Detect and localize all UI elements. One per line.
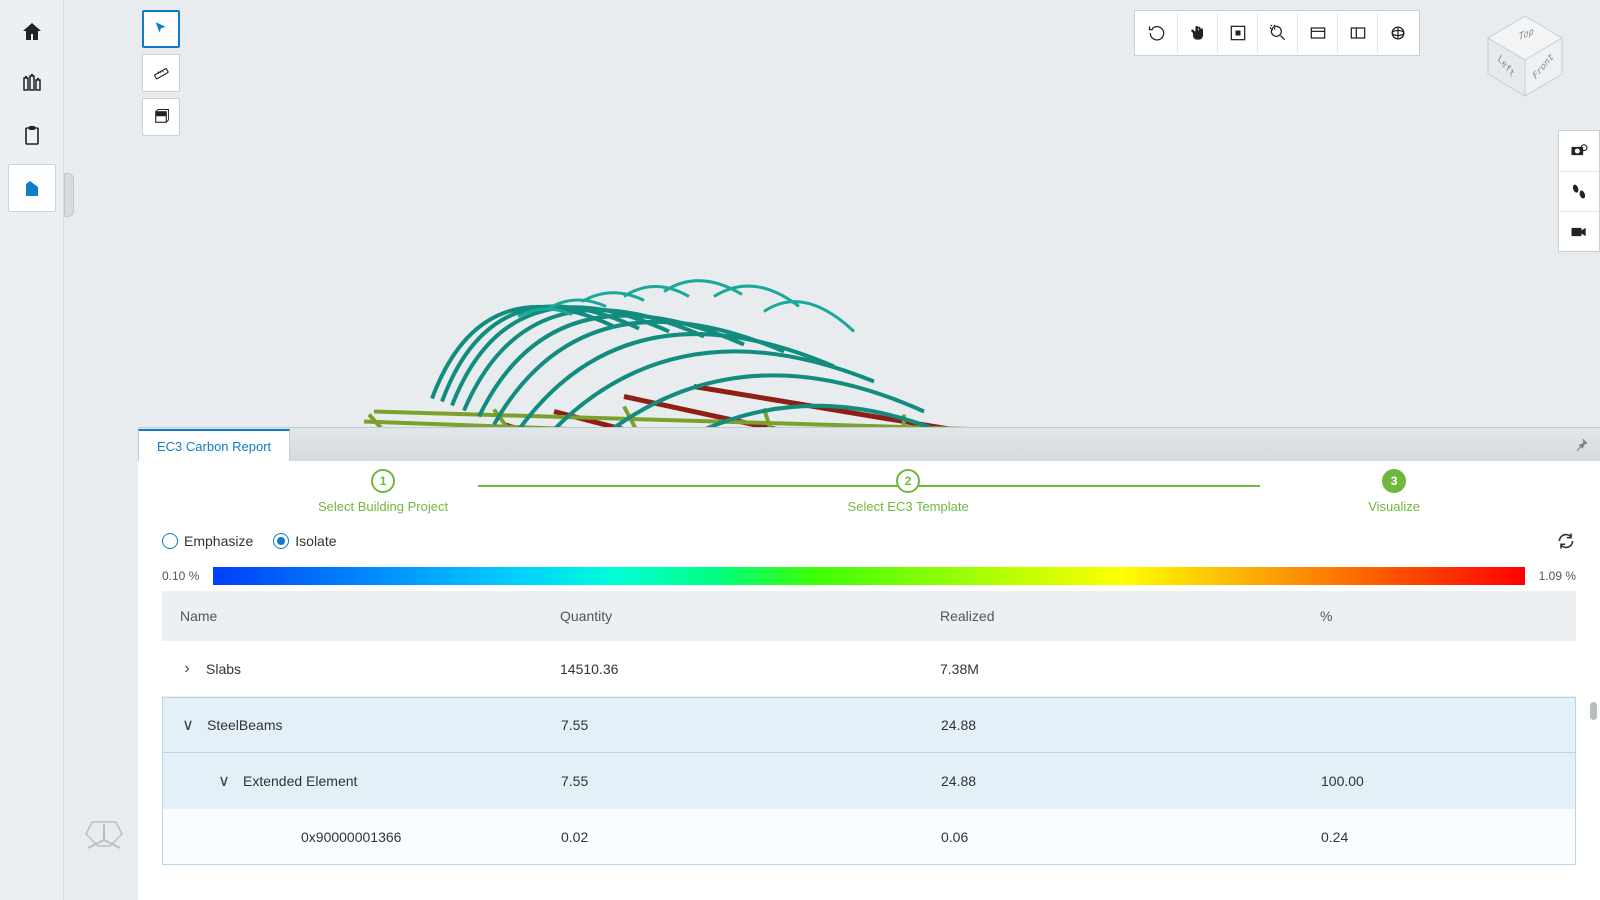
chevron-down-icon[interactable]: ∨ — [217, 774, 231, 788]
tool-orbit[interactable] — [1137, 13, 1177, 53]
chevron-down-icon[interactable]: ∨ — [181, 718, 195, 732]
tool-zoom-area[interactable] — [1257, 13, 1297, 53]
step-3[interactable]: 3 Visualize — [1368, 469, 1420, 514]
wcs-triad-icon — [84, 820, 124, 860]
table-header: Name Quantity Realized % — [162, 591, 1576, 641]
tool-section[interactable] — [142, 98, 180, 136]
viewport-3d[interactable]: Top Left Front EC3 Carbon Report 1 Sel — [64, 0, 1600, 900]
col-quantity: Quantity — [560, 608, 940, 624]
col-pct: % — [1320, 608, 1558, 624]
display-mode-row: Emphasize Isolate — [138, 521, 1600, 561]
left-nav-rail — [0, 0, 64, 900]
tool-walk[interactable] — [1559, 171, 1599, 211]
tab-ec3-report[interactable]: EC3 Carbon Report — [138, 429, 290, 461]
radio-emphasize[interactable]: Emphasize — [162, 533, 253, 549]
bottom-panel: EC3 Carbon Report 1 Select Building Proj… — [138, 427, 1600, 900]
nav-building[interactable] — [8, 164, 56, 212]
mini-toolbar — [142, 10, 180, 136]
tool-select[interactable] — [142, 10, 180, 48]
tool-zoom-limits[interactable] — [1377, 13, 1417, 53]
color-gradient-bar — [213, 567, 1524, 585]
pin-icon[interactable] — [1572, 436, 1590, 454]
tool-view-front[interactable] — [1297, 13, 1337, 53]
step-2[interactable]: 2 Select EC3 Template — [848, 469, 969, 514]
tool-camera-settings[interactable] — [1559, 131, 1599, 171]
scrollbar-thumb[interactable] — [1590, 702, 1597, 720]
refresh-icon[interactable] — [1556, 531, 1576, 551]
nav-gauge[interactable] — [8, 60, 56, 108]
tab-bar: EC3 Carbon Report — [138, 427, 1600, 461]
scale-min: 0.10 % — [162, 569, 199, 583]
tool-view-iso[interactable] — [1337, 13, 1377, 53]
results-table: Name Quantity Realized % › Slabs 14510.3… — [138, 591, 1600, 900]
table-row[interactable]: 0x90000001366 0.02 0.06 0.24 — [162, 809, 1576, 865]
table-row[interactable]: ∨ Extended Element 7.55 24.88 100.00 — [162, 753, 1576, 809]
color-scale-row: 0.10 % 1.09 % — [138, 561, 1600, 591]
nav-clipboard[interactable] — [8, 112, 56, 160]
table-row[interactable]: › Slabs 14510.36 7.38M — [162, 641, 1576, 697]
sidebar-resize-handle[interactable] — [64, 173, 74, 217]
tool-measure[interactable] — [142, 54, 180, 92]
table-row[interactable]: ∨ SteelBeams 7.55 24.88 — [162, 697, 1576, 753]
view-cube[interactable]: Top Left Front — [1480, 10, 1570, 100]
nav-home[interactable] — [8, 8, 56, 56]
scale-max: 1.09 % — [1539, 569, 1576, 583]
tool-pan[interactable] — [1177, 13, 1217, 53]
tool-video[interactable] — [1559, 211, 1599, 251]
right-toolbar — [1558, 130, 1600, 252]
col-name: Name — [180, 608, 560, 624]
radio-isolate[interactable]: Isolate — [273, 533, 336, 549]
step-1[interactable]: 1 Select Building Project — [318, 469, 448, 514]
tool-fit[interactable] — [1217, 13, 1257, 53]
view-toolbar — [1134, 10, 1420, 56]
wizard-steps: 1 Select Building Project 2 Select EC3 T… — [138, 461, 1600, 521]
col-realized: Realized — [940, 608, 1320, 624]
chevron-right-icon[interactable]: › — [180, 662, 194, 676]
